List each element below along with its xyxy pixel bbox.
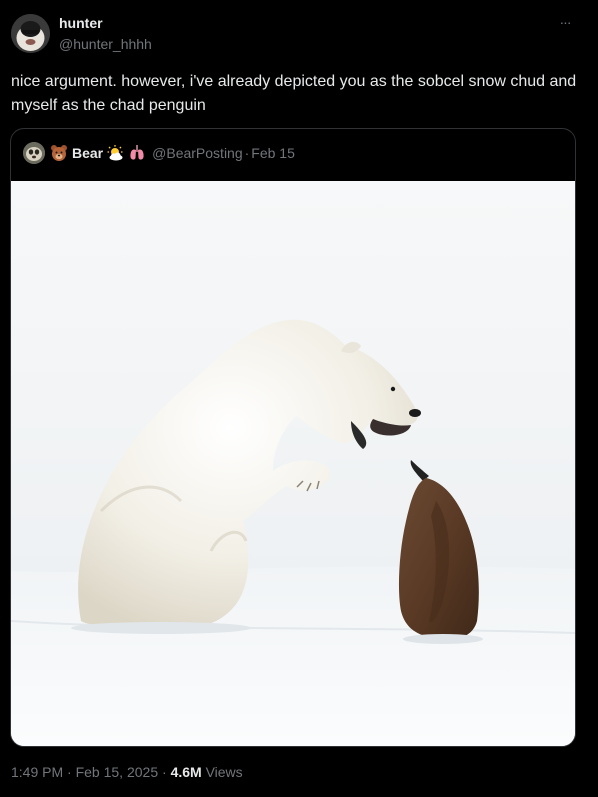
author-display-name[interactable]: hunter — [59, 15, 103, 31]
bear-face-emoji-icon — [50, 144, 68, 162]
lungs-emoji-icon — [128, 144, 146, 162]
tweet[interactable]: hunter @hunter_hhhh ··· nice argument. h… — [0, 0, 598, 797]
more-icon: ··· — [559, 14, 572, 30]
author-avatar[interactable] — [11, 14, 50, 53]
quoted-date[interactable]: Feb 15 — [251, 145, 295, 161]
polar-bear-penguin-photo — [11, 181, 575, 746]
quoted-author-name[interactable]: Bear — [72, 145, 103, 161]
quoted-author-handle[interactable]: @BearPosting — [152, 145, 242, 161]
quoted-tweet-header: Bear @BearPosting · Feb 15 — [23, 141, 295, 165]
quoted-tweet-image[interactable] — [11, 181, 575, 746]
tweet-text: nice argument. however, i've already dep… — [11, 73, 577, 114]
quoted-author-avatar — [23, 142, 45, 164]
tweet-date[interactable]: Feb 15, 2025 — [76, 764, 159, 780]
meta-separator-2: · — [162, 764, 167, 780]
sun-behind-cloud-emoji-icon — [106, 144, 124, 162]
tweet-meta: 1:49 PM · Feb 15, 2025 · 4.6M Views — [11, 764, 243, 780]
meta-separator: · — [67, 764, 72, 780]
tweet-time[interactable]: 1:49 PM — [11, 764, 63, 780]
views-count: 4.6M — [170, 764, 202, 780]
more-options-button[interactable]: ··· — [554, 12, 576, 32]
quoted-separator: · — [244, 145, 250, 161]
author-handle[interactable]: @hunter_hhhh — [59, 36, 152, 52]
quoted-tweet-card[interactable]: Bear @BearPosting · Feb 15 — [10, 128, 576, 747]
views-label: Views — [205, 764, 243, 780]
